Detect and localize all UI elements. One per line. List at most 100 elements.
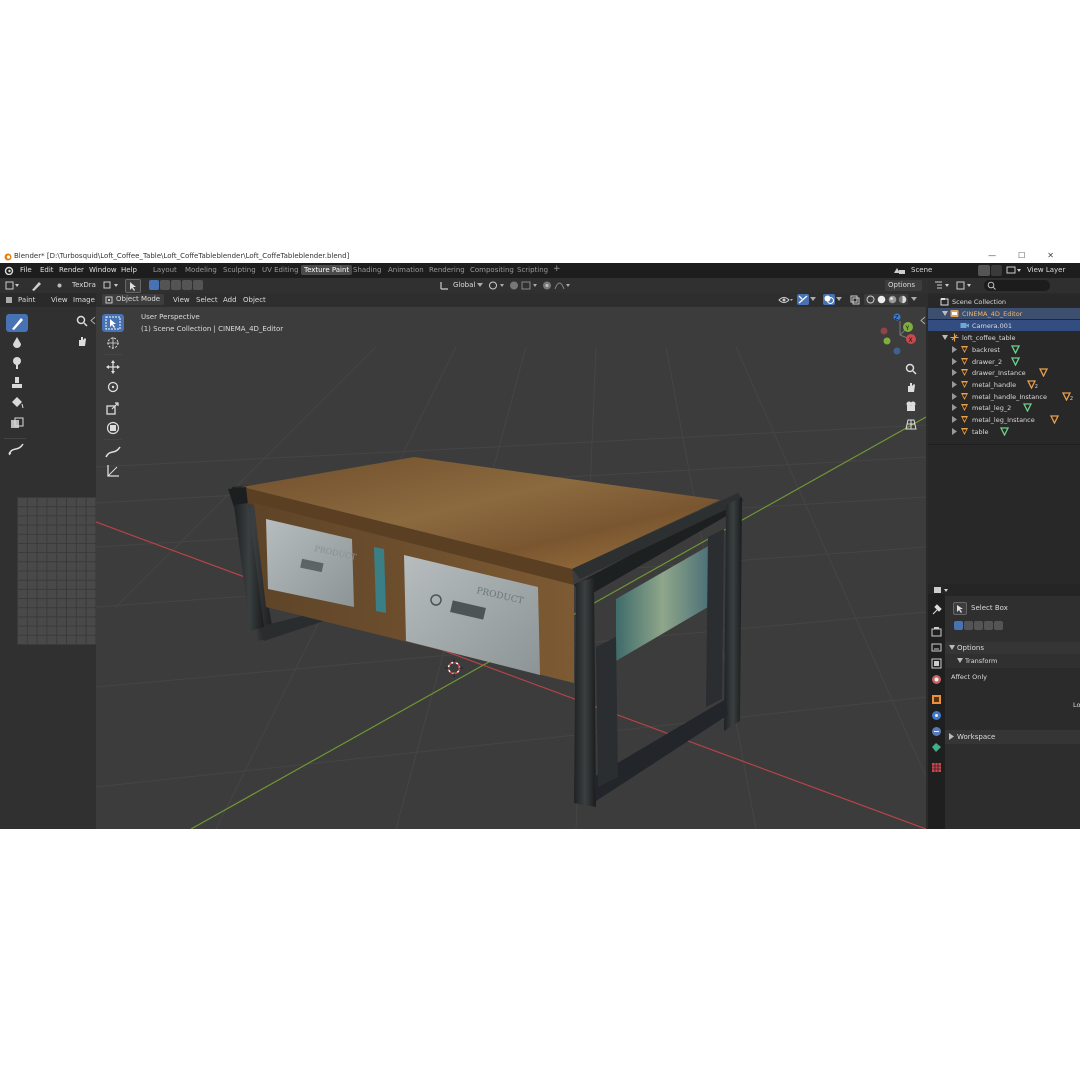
outliner-row[interactable]: drawer_Instance <box>928 367 1080 378</box>
tab-modeling[interactable]: Modeling <box>185 266 217 274</box>
tool-draw[interactable] <box>6 314 28 332</box>
menu-file[interactable]: File <box>20 266 32 274</box>
window-controls[interactable]: —☐✕ <box>988 251 1076 260</box>
select-tool-button[interactable] <box>125 279 141 293</box>
scene-name[interactable]: Scene <box>911 266 932 274</box>
navigation-gizmo[interactable]: Y X Z <box>876 311 924 361</box>
snap-icon[interactable] <box>509 280 539 291</box>
brush-settings-icon[interactable] <box>55 281 64 290</box>
editor-type-icon[interactable] <box>5 281 19 290</box>
gizmo-toggle-button[interactable] <box>797 294 809 305</box>
tab-rendering[interactable]: Rendering <box>429 266 465 274</box>
menu-window[interactable]: Window <box>89 266 117 274</box>
viewport-pan-icon[interactable] <box>905 381 917 393</box>
add-workspace-button[interactable]: + <box>553 264 561 274</box>
proportional-edit-icon[interactable] <box>542 280 572 291</box>
mesh-data-icon[interactable] <box>999 427 1009 438</box>
pivot-point-icon[interactable] <box>488 280 506 291</box>
menu-help[interactable]: Help <box>121 266 137 274</box>
texture-tab-icon[interactable] <box>931 762 942 773</box>
expand-chevron-icon[interactable] <box>952 428 958 437</box>
expand-chevron-icon[interactable] <box>952 393 958 402</box>
menu-object[interactable]: Object <box>243 296 266 304</box>
tab-animation[interactable]: Animation <box>388 266 424 274</box>
menu-view[interactable]: View <box>51 296 68 304</box>
mode-intersect-button[interactable] <box>994 621 1003 630</box>
menu-view-3d[interactable]: View <box>173 296 190 304</box>
tab-shading[interactable]: Shading <box>353 266 381 274</box>
overlay-toggle-button[interactable] <box>823 294 835 305</box>
expand-chevron-icon[interactable] <box>952 404 958 413</box>
brush-icon[interactable] <box>30 280 42 291</box>
transform-icon[interactable] <box>106 421 120 435</box>
outliner-row[interactable]: table <box>928 426 1080 437</box>
menu-select[interactable]: Select <box>196 296 218 304</box>
select-mode-subtract[interactable] <box>171 280 181 290</box>
constraints-tab-icon[interactable] <box>931 726 942 737</box>
output-tab-icon[interactable] <box>931 642 942 653</box>
scene-tab-icon[interactable] <box>931 674 942 685</box>
menu-add[interactable]: Add <box>223 296 237 304</box>
move-icon[interactable] <box>106 360 120 374</box>
tab-texture-paint[interactable]: Texture Paint <box>301 265 353 275</box>
options-panel-header[interactable]: Options <box>945 642 1080 654</box>
gizmo-chevron-icon[interactable] <box>810 297 816 302</box>
delete-scene-button[interactable] <box>991 265 1002 276</box>
render-tab-icon[interactable] <box>931 626 942 637</box>
mesh-data-icon[interactable] <box>1050 415 1060 426</box>
outliner-search-input[interactable] <box>984 280 1050 291</box>
sidebar-collapse-icon[interactable] <box>920 316 926 325</box>
outliner-row[interactable]: metal_leg_2 <box>928 402 1080 413</box>
soften-icon[interactable] <box>10 336 24 350</box>
outliner-row[interactable]: backrest <box>928 344 1080 355</box>
visibility-eye-icon[interactable] <box>778 295 794 305</box>
mode-invert-button[interactable] <box>984 621 993 630</box>
mesh-data-icon[interactable] <box>1038 368 1048 379</box>
expand-chevron-icon[interactable] <box>952 369 958 378</box>
xray-icon[interactable] <box>850 295 860 305</box>
outliner-row[interactable]: CINEMA_4D_Editor <box>928 308 1080 319</box>
view-layer-tab-icon[interactable] <box>931 658 942 669</box>
options-dropdown[interactable]: Options <box>885 280 922 291</box>
scale-icon[interactable] <box>106 401 120 415</box>
expand-chevron-icon[interactable] <box>952 416 958 425</box>
tab-layout[interactable]: Layout <box>153 266 177 274</box>
clone-icon[interactable] <box>10 376 24 390</box>
display-mode-icon[interactable] <box>956 281 972 290</box>
outliner-row[interactable]: drawer_2 <box>928 356 1080 367</box>
object-tab-icon[interactable] <box>931 694 942 705</box>
outliner-row[interactable]: loft_coffee_table <box>928 332 1080 343</box>
view-layer-icon[interactable] <box>1006 266 1024 275</box>
tab-sculpting[interactable]: Sculpting <box>223 266 256 274</box>
physics-tab-icon[interactable] <box>931 710 942 721</box>
mesh-data-icon[interactable] <box>1011 345 1021 356</box>
outliner-row[interactable]: metal_handle_Instance 2 <box>928 391 1080 402</box>
select-mode-invert[interactable] <box>182 280 192 290</box>
tab-scripting[interactable]: Scripting <box>517 266 548 274</box>
select-mode-extend[interactable] <box>160 280 170 290</box>
orientation-dropdown[interactable]: Global <box>453 281 475 289</box>
outliner-row[interactable]: Scene Collection <box>928 296 1080 307</box>
outliner-row[interactable]: metal_leg_Instance <box>928 414 1080 425</box>
outliner-editor-type-icon[interactable] <box>934 281 950 290</box>
camera-view-icon[interactable] <box>905 400 917 412</box>
fill-icon[interactable] <box>10 396 24 410</box>
expand-chevron-icon[interactable] <box>952 358 958 367</box>
menu-image[interactable]: Image <box>73 296 95 304</box>
tool-tab-icon[interactable] <box>931 604 942 615</box>
tab-compositing[interactable]: Compositing <box>470 266 514 274</box>
data-tab-icon[interactable] <box>931 742 942 753</box>
mode-subtract-button[interactable] <box>974 621 983 630</box>
mesh-data-icon[interactable] <box>1022 403 1032 414</box>
material-shading-icon[interactable] <box>888 295 897 304</box>
menu-paint[interactable]: Paint <box>18 296 35 304</box>
scene-icon[interactable] <box>893 266 907 275</box>
annotate-icon[interactable] <box>8 442 26 456</box>
rotate-icon[interactable] <box>106 380 120 394</box>
solid-shading-icon[interactable] <box>877 295 886 304</box>
active-tool-icon-button[interactable] <box>953 602 967 615</box>
rendered-shading-icon[interactable] <box>898 295 907 304</box>
tab-uv-editing[interactable]: UV Editing <box>262 266 299 274</box>
perspective-toggle-icon[interactable] <box>905 418 917 430</box>
3d-viewport[interactable]: PRODUCT PRODUCT User Perspective (1) Sce… <box>96 307 926 829</box>
